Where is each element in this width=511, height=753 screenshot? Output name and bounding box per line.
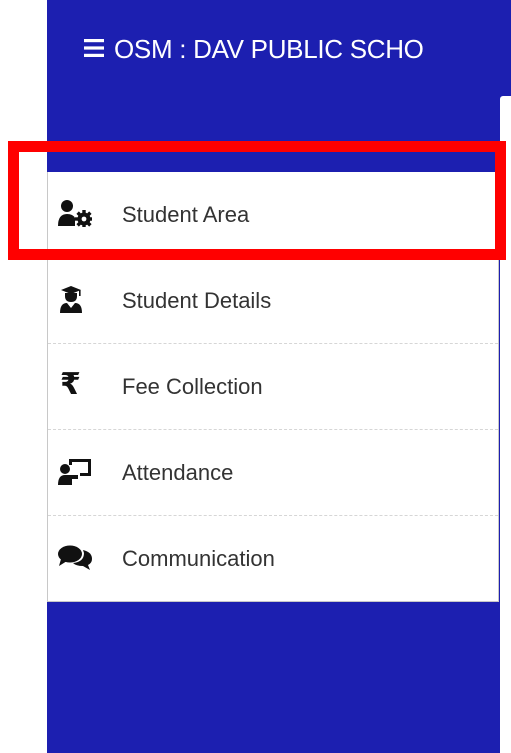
rupee-icon: ₹	[60, 367, 81, 402]
sidebar-item-label: Attendance	[122, 460, 234, 485]
user-gear-icon	[58, 199, 92, 227]
sidebar-item-student-details[interactable]: Student Details	[48, 258, 498, 344]
sidebar-section-label: General	[62, 141, 118, 152]
chalkboard-teacher-icon	[58, 457, 92, 485]
main-content-panel	[500, 96, 511, 753]
app-screen: OSM : DAV PUBLIC SCHO General Student Ar…	[0, 0, 511, 753]
comments-icon	[58, 543, 92, 571]
sidebar-item-label: Student Details	[122, 288, 272, 313]
app-header: OSM : DAV PUBLIC SCHO	[47, 0, 511, 96]
sidebar-item-student-area[interactable]: Student Area	[48, 172, 498, 258]
hamburger-menu-icon[interactable]	[84, 38, 104, 58]
user-graduate-icon	[58, 285, 92, 313]
sidebar-item-label: Communication	[122, 546, 275, 571]
sidebar-menu: Student Area Student Details ₹ Fee Colle…	[47, 172, 499, 602]
app-title: OSM : DAV PUBLIC SCHO	[114, 34, 424, 64]
sidebar-item-label: Fee Collection	[122, 374, 263, 399]
sidebar-item-fee-collection[interactable]: ₹ Fee Collection	[48, 344, 498, 430]
sidebar-item-attendance[interactable]: Attendance	[48, 430, 498, 516]
sidebar-item-label: Student Area	[122, 202, 250, 227]
sidebar-item-communication[interactable]: Communication	[48, 516, 498, 601]
